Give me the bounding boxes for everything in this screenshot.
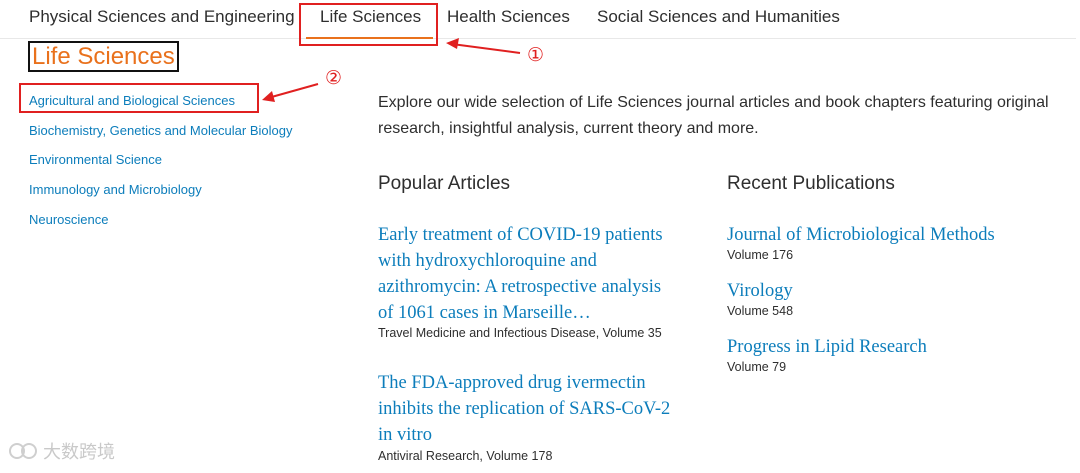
annotation-marker-1: ①: [527, 44, 545, 66]
annotation-arrows: [262, 38, 521, 102]
annotation-arrow-2: [267, 83, 319, 99]
annotation-arrow-1-head: [446, 38, 459, 49]
watermark-text: 大数跨境: [43, 442, 116, 462]
annotation-arrow-2-head: [262, 91, 275, 102]
annotation-arrow-1: [451, 43, 521, 54]
annotation-marker-2: ②: [325, 67, 343, 89]
watermark: 大数跨境: [8, 438, 115, 464]
watermark-logo-icon: [9, 443, 37, 459]
